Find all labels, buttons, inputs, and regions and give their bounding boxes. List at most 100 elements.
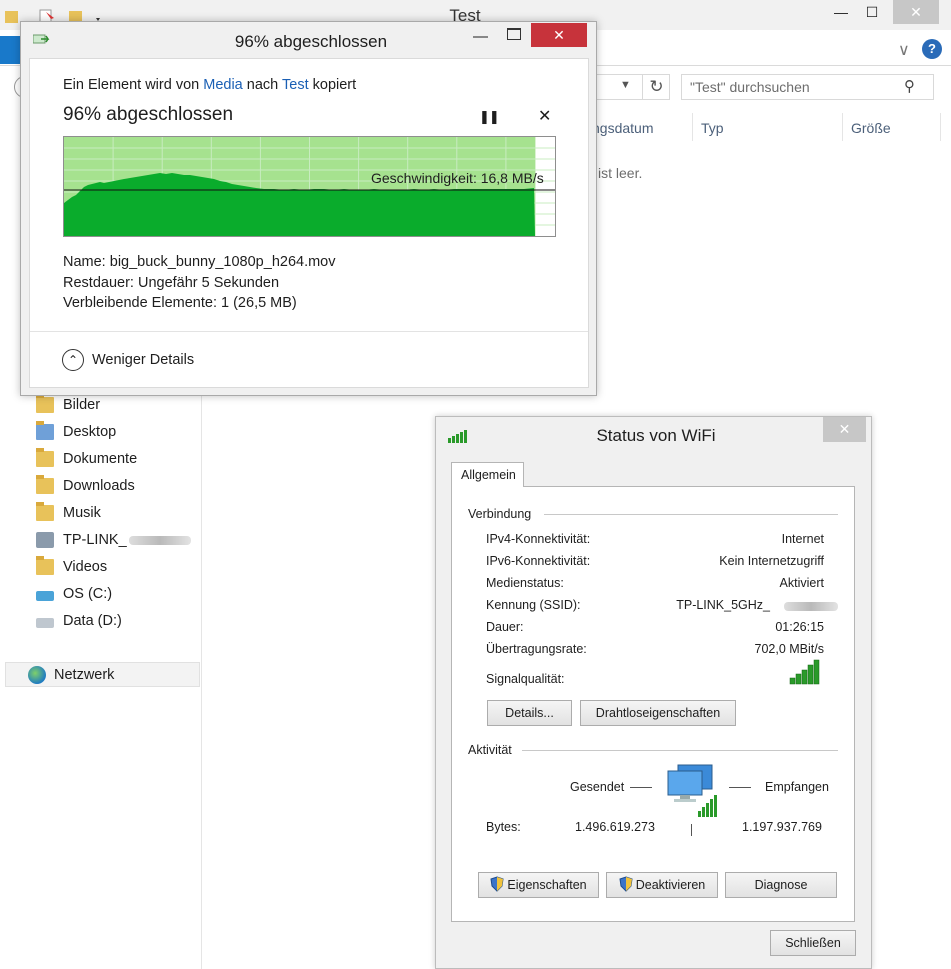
drive-icon xyxy=(36,618,54,628)
maximize-button[interactable]: ☐ xyxy=(852,0,892,24)
cancel-button[interactable]: ✕ xyxy=(538,106,551,126)
nav-item-bilder[interactable]: Bilder xyxy=(36,394,100,416)
nav-item-label: Downloads xyxy=(63,478,135,494)
refresh-icon[interactable]: ↻ xyxy=(642,74,670,100)
bytes-received-value: 1.197.937.769 xyxy=(742,820,822,834)
signal-quality-label: Signalqualität: xyxy=(486,672,565,686)
divider xyxy=(630,787,652,788)
remaining-items-label: Verbleibende Elemente: xyxy=(63,295,217,311)
search-input[interactable]: "Test" durchsuchen xyxy=(681,74,934,100)
nav-item-videos[interactable]: Videos xyxy=(36,556,107,578)
documents-folder-icon xyxy=(36,448,54,467)
tab-allgemein[interactable]: Allgemein xyxy=(451,462,524,487)
nav-item-data-d[interactable]: Data (D:) xyxy=(36,610,122,632)
nav-item-label: Netzwerk xyxy=(54,666,115,683)
nav-item-label: Dokumente xyxy=(63,451,138,467)
source-link[interactable]: Media xyxy=(203,77,243,93)
copy-line-mid: nach xyxy=(246,77,279,93)
divider xyxy=(691,824,692,836)
redacted-text xyxy=(784,602,838,611)
ipv6-label: IPv6-Konnektivität: xyxy=(486,554,591,568)
disable-button[interactable]: Deaktivieren xyxy=(606,872,718,898)
close-button[interactable]: ✕ xyxy=(893,0,939,24)
media-status-value: Aktiviert xyxy=(779,576,824,590)
desktop-folder-icon xyxy=(36,421,54,440)
link-speed-label: Übertragungsrate: xyxy=(486,642,587,656)
name-label: Name: xyxy=(63,254,106,270)
column-separator xyxy=(692,113,693,141)
wifi-general-panel: Verbindung IPv4-Konnektivität: Internet … xyxy=(451,486,855,922)
nav-item-desktop[interactable]: Desktop xyxy=(36,421,116,443)
downloads-folder-icon xyxy=(36,475,54,494)
speed-label: Geschwindigkeit: 16,8 MB/s xyxy=(371,170,544,186)
duration-label: Dauer: xyxy=(486,620,524,634)
signal-strength-icon xyxy=(789,659,820,685)
column-header-type[interactable]: Typ xyxy=(701,120,724,136)
column-header-date[interactable]: ngsdatum xyxy=(592,120,653,136)
maximize-button[interactable] xyxy=(507,28,521,40)
column-header-size[interactable]: Größe xyxy=(851,120,891,136)
address-dropdown-icon[interactable]: ▼ xyxy=(620,79,631,91)
close-button[interactable]: ✕ xyxy=(823,417,866,442)
bytes-sent-value: 1.496.619.273 xyxy=(575,820,655,834)
chevron-down-icon[interactable]: ∨ xyxy=(898,40,910,60)
destination-link[interactable]: Test xyxy=(282,77,309,93)
nav-item-label: TP-LINK_ xyxy=(63,532,127,548)
nav-item-tp-link[interactable]: TP-LINK_ xyxy=(36,529,191,551)
nav-item-netzwerk[interactable]: Netzwerk xyxy=(5,662,200,687)
shield-icon xyxy=(490,876,504,892)
properties-button-label: Eigenschaften xyxy=(507,878,587,892)
pictures-folder-icon xyxy=(36,394,54,413)
minimize-button[interactable]: — xyxy=(473,28,488,45)
ipv4-value: Internet xyxy=(781,532,824,546)
wireless-properties-button[interactable]: Drahtloseigenschaften xyxy=(580,700,736,726)
less-details-label: Weniger Details xyxy=(92,352,195,368)
nav-item-label: Data (D:) xyxy=(63,613,122,629)
ssid-value: TP-LINK_5GHz_ xyxy=(676,598,770,612)
nav-item-dokumente[interactable]: Dokumente xyxy=(36,448,137,470)
copy-status-line: Ein Element wird von Media nach Test kop… xyxy=(63,77,356,93)
nav-item-downloads[interactable]: Downloads xyxy=(36,475,135,497)
remaining-time-row: Restdauer: Ungefähr 5 Sekunden xyxy=(63,275,279,291)
copy-progress-dialog: 96% abgeschlossen — ✕ Ein Element wird v… xyxy=(20,21,597,396)
copy-transfer-icon xyxy=(33,34,50,44)
network-globe-icon xyxy=(28,665,46,684)
progress-heading: 96% abgeschlossen xyxy=(63,104,234,125)
remaining-items-row: Verbleibende Elemente: 1 (26,5 MB) xyxy=(63,295,297,311)
nav-item-musik[interactable]: Musik xyxy=(36,502,101,524)
search-icon[interactable]: ⚲ xyxy=(904,77,915,95)
pause-button[interactable]: ❚❚ xyxy=(479,109,500,125)
nav-item-label: Desktop xyxy=(63,424,117,440)
diagnose-button[interactable]: Diagnose xyxy=(725,872,837,898)
details-button[interactable]: Details... xyxy=(487,700,572,726)
empty-folder-text: ist leer. xyxy=(598,165,643,181)
copy-line-prefix: Ein Element wird von xyxy=(63,77,200,93)
nav-item-label: OS (C:) xyxy=(63,586,113,602)
activity-group-title: Aktivität xyxy=(468,743,512,757)
wifi-dialog-title: Status von WiFi xyxy=(596,426,716,445)
shield-icon xyxy=(619,876,633,892)
network-computers-icon xyxy=(667,764,717,817)
nav-item-os-c[interactable]: OS (C:) xyxy=(36,583,112,605)
divider xyxy=(729,787,751,788)
duration-value: 01:26:15 xyxy=(775,620,824,634)
connection-group-title: Verbindung xyxy=(468,507,532,521)
close-dialog-button[interactable]: Schließen xyxy=(770,930,856,956)
chevron-up-icon: ⌃ xyxy=(62,349,84,371)
help-icon[interactable]: ? xyxy=(922,39,942,59)
wifi-status-dialog: Status von WiFi ✕ Allgemein Verbindung I… xyxy=(435,416,872,969)
less-details-button[interactable]: ⌃ Weniger Details xyxy=(62,349,194,371)
remaining-time-label: Restdauer: xyxy=(63,275,134,291)
copy-dialog-body: Ein Element wird von Media nach Test kop… xyxy=(29,58,589,388)
close-button[interactable]: ✕ xyxy=(531,23,587,47)
copy-dialog-title: 96% abgeschlossen xyxy=(234,32,388,51)
file-name-row: Name: big_buck_bunny_1080p_h264.mov xyxy=(63,254,336,270)
ssid-label: Kennung (SSID): xyxy=(486,598,581,612)
divider xyxy=(30,331,588,332)
copy-dialog-titlebar: 96% abgeschlossen — ✕ xyxy=(21,22,596,58)
ipv6-value: Kein Internetzugriff xyxy=(719,554,824,568)
copy-line-suffix: kopiert xyxy=(312,77,357,93)
redacted-text xyxy=(128,535,191,545)
file-tab[interactable] xyxy=(0,36,20,64)
properties-button[interactable]: Eigenschaften xyxy=(478,872,599,898)
